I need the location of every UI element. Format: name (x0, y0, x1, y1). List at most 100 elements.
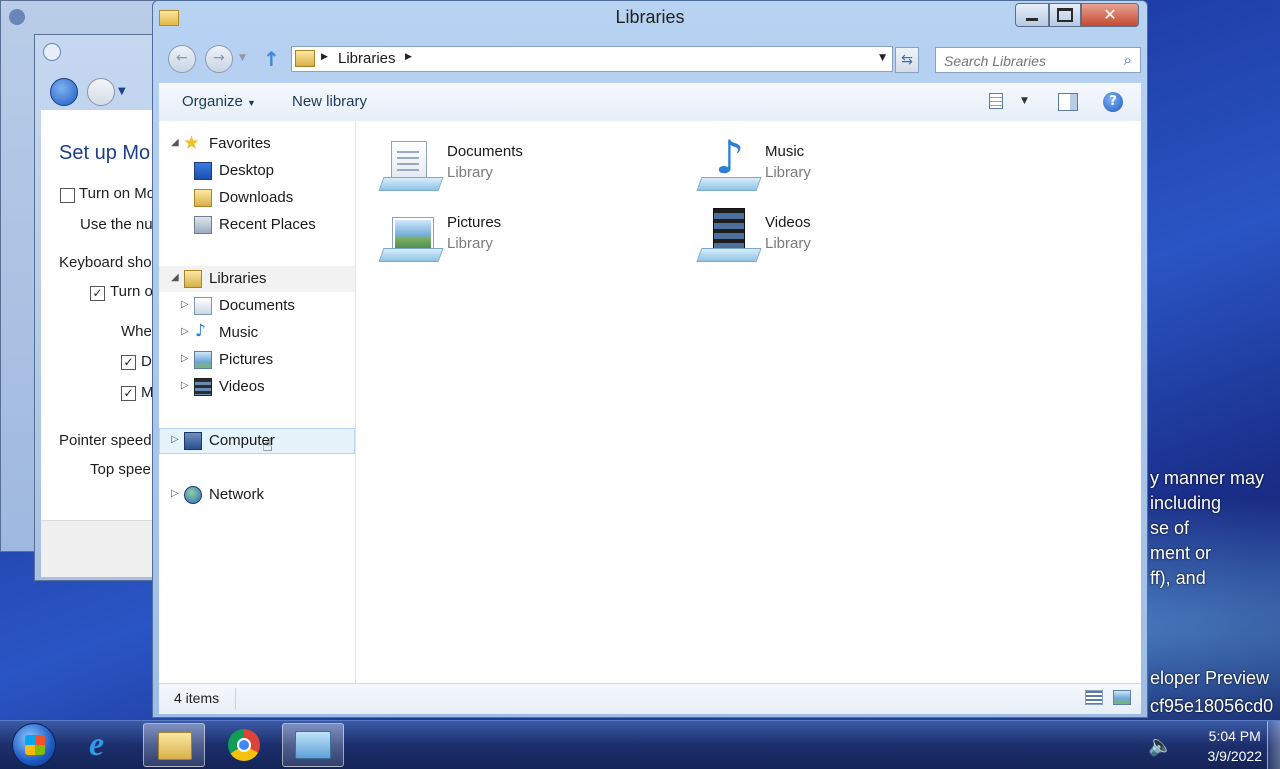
chrome-icon (228, 729, 260, 761)
desktop-text-line: ment or (1150, 543, 1212, 563)
settings-label: Turn o (110, 283, 153, 300)
settings-label: Pointer speed (59, 432, 152, 449)
recent-locations-icon[interactable]: ▼ (239, 53, 246, 63)
windows-logo-icon (25, 735, 45, 755)
new-library-button[interactable]: New library (292, 93, 367, 110)
nav-item-music[interactable]: ▷ ♪ Music (159, 320, 355, 346)
close-button[interactable]: ✕ (1081, 3, 1139, 27)
expand-icon[interactable]: ▷ (181, 353, 189, 364)
expand-icon[interactable]: ▷ (171, 434, 179, 445)
maximize-button[interactable] (1049, 3, 1081, 27)
refresh-button[interactable]: ⇆ (895, 47, 919, 73)
settings-content (41, 110, 161, 520)
explorer-window[interactable]: Libraries ✕ ← → ▼ ↑ ▶ Libraries ▶ ▼ ⇆ ⌕ … (152, 0, 1148, 718)
library-type: Library (447, 164, 493, 181)
back-button[interactable] (50, 78, 78, 106)
window-title: Libraries (615, 7, 685, 27)
nav-item-desktop[interactable]: Desktop (159, 158, 355, 184)
taskbar-internet-explorer[interactable]: e (74, 723, 136, 767)
up-arrow-icon[interactable]: ↑ (263, 47, 280, 71)
videos-icon (194, 378, 212, 396)
nav-item-recent-places[interactable]: Recent Places (159, 212, 355, 238)
volume-icon[interactable]: 🔈 (1148, 733, 1173, 757)
view-dropdown-icon[interactable]: ▼ (1021, 96, 1028, 106)
minimize-button[interactable] (1015, 3, 1049, 27)
nav-label: Desktop (219, 162, 275, 179)
taskbar-chrome[interactable] (213, 723, 275, 767)
taskbar: e 🔈 5:04 PM 3/9/2022 (0, 720, 1280, 769)
address-bar[interactable]: ▶ Libraries ▶ ▼ (291, 46, 893, 72)
organize-button[interactable]: Organize ▼ (182, 93, 256, 110)
status-bar: 4 items (159, 683, 1141, 714)
control-panel-icon (295, 731, 331, 759)
nav-item-pictures[interactable]: ▷ Pictures (159, 347, 355, 373)
nav-item-videos[interactable]: ▷ Videos (159, 374, 355, 400)
videos-library-icon (696, 208, 762, 266)
recent-pages-icon[interactable]: ▼ (118, 86, 126, 97)
show-desktop-button[interactable] (1267, 721, 1280, 769)
forward-arrow-icon: → (213, 50, 225, 66)
library-item-pictures[interactable]: Pictures Library (378, 210, 681, 270)
back-button[interactable]: ← (168, 45, 196, 73)
search-box[interactable]: ⌕ (935, 47, 1141, 73)
nav-item-downloads[interactable]: Downloads (159, 185, 355, 211)
settings-label: Top spee (90, 461, 151, 478)
libraries-icon (184, 270, 202, 288)
collapse-icon[interactable]: ◢ (171, 137, 179, 148)
search-input[interactable] (942, 50, 1116, 72)
library-item-videos[interactable]: Videos Library (696, 208, 999, 270)
expand-icon[interactable]: ▷ (171, 488, 179, 499)
clock-time: 5:04 PM (1208, 728, 1261, 744)
clock-date: 3/9/2022 (1207, 748, 1263, 764)
music-icon: ♪ (195, 321, 206, 341)
nav-item-documents[interactable]: ▷ Documents (159, 293, 355, 319)
large-icons-view-button[interactable] (1113, 690, 1131, 705)
library-item-music[interactable]: ♪ Music Library (696, 131, 999, 199)
preview-pane-button[interactable] (1058, 93, 1078, 111)
nav-label: Network (209, 486, 265, 503)
hand-cursor-icon: ☝ (262, 435, 273, 456)
clock[interactable]: 5:04 PM 3/9/2022 (1208, 726, 1263, 766)
option-checkbox[interactable]: ✓ (121, 386, 136, 401)
library-type: Library (765, 235, 811, 252)
details-view-button[interactable] (1085, 690, 1103, 705)
library-item-documents[interactable]: Documents Library (378, 139, 681, 199)
expand-icon[interactable]: ▷ (181, 326, 189, 337)
expand-icon[interactable]: ▷ (181, 299, 189, 310)
library-name: Pictures (447, 214, 502, 231)
start-button[interactable] (12, 723, 56, 767)
settings-label: D (141, 353, 152, 370)
nav-item-network[interactable]: ▷ Network (159, 482, 355, 508)
nav-item-libraries[interactable]: ◢ Libraries (159, 266, 355, 292)
taskbar-file-explorer[interactable] (143, 723, 205, 767)
keyboard-shortcut-checkbox[interactable]: ✓ (90, 286, 105, 301)
forward-button[interactable] (87, 78, 115, 106)
nav-label: Downloads (219, 189, 294, 206)
nav-item-favorites[interactable]: ◢ ★ Favorites (159, 131, 355, 157)
taskbar-control-panel[interactable] (282, 723, 344, 767)
nav-label: Pictures (219, 351, 274, 368)
collapse-icon[interactable]: ◢ (171, 272, 179, 283)
breadcrumb-arrow-icon[interactable]: ▶ (405, 52, 412, 62)
desktop-text-line: cf95e18056cd0 (1150, 696, 1274, 716)
desktop-text-line: ff), and (1150, 568, 1206, 588)
nav-item-computer[interactable]: ▷ Computer ☝ (159, 428, 355, 456)
option-checkbox[interactable]: ✓ (121, 355, 136, 370)
organize-label: Organize (182, 93, 243, 110)
change-view-button[interactable] (989, 93, 1009, 111)
breadcrumb-arrow-icon[interactable]: ▶ (321, 52, 328, 62)
expand-icon[interactable]: ▷ (181, 380, 189, 391)
chevron-down-icon: ▼ (247, 98, 256, 108)
mouse-keys-checkbox[interactable] (60, 188, 75, 203)
address-dropdown-icon[interactable]: ▼ (879, 53, 886, 63)
library-name: Videos (765, 214, 811, 231)
downloads-icon (194, 189, 212, 207)
pictures-library-icon (378, 210, 444, 266)
forward-button[interactable]: → (205, 45, 233, 73)
breadcrumb[interactable]: Libraries (338, 50, 396, 67)
library-name: Documents (447, 143, 523, 160)
nav-label: Recent Places (219, 216, 316, 233)
help-button[interactable]: ? (1103, 92, 1123, 112)
search-icon[interactable]: ⌕ (1124, 51, 1132, 69)
settings-label: Turn on Mo (79, 185, 156, 202)
